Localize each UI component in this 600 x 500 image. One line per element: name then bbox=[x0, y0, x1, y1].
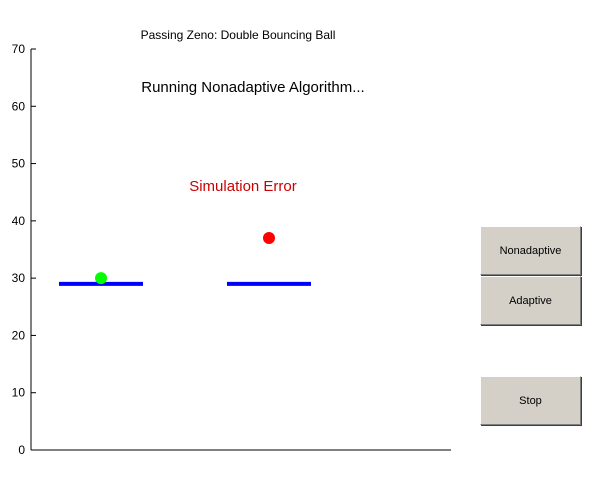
plot-marks bbox=[59, 232, 311, 286]
right-ball bbox=[263, 232, 275, 245]
y-tick-label: 0 bbox=[18, 443, 25, 457]
plot-axes: 0 10 20 30 40 50 60 70 bbox=[12, 42, 451, 457]
y-tick-label: 50 bbox=[12, 157, 26, 171]
simulation-error-text: Simulation Error bbox=[189, 178, 297, 195]
nonadaptive-button[interactable]: Nonadaptive bbox=[480, 226, 581, 275]
stop-button[interactable]: Stop bbox=[480, 376, 581, 425]
y-tick-label: 20 bbox=[12, 328, 26, 342]
adaptive-button[interactable]: Adaptive bbox=[480, 276, 581, 325]
y-tick-label: 10 bbox=[12, 386, 26, 400]
y-tick-label: 70 bbox=[12, 42, 26, 56]
left-ball bbox=[95, 272, 107, 285]
y-ticks: 0 10 20 30 40 50 60 70 bbox=[12, 42, 36, 457]
y-tick-label: 40 bbox=[12, 214, 26, 228]
status-text: Running Nonadaptive Algorithm... bbox=[141, 79, 364, 96]
y-tick-label: 60 bbox=[12, 99, 26, 113]
y-tick-label: 30 bbox=[12, 271, 26, 285]
figure-title: Passing Zeno: Double Bouncing Ball bbox=[141, 28, 336, 42]
